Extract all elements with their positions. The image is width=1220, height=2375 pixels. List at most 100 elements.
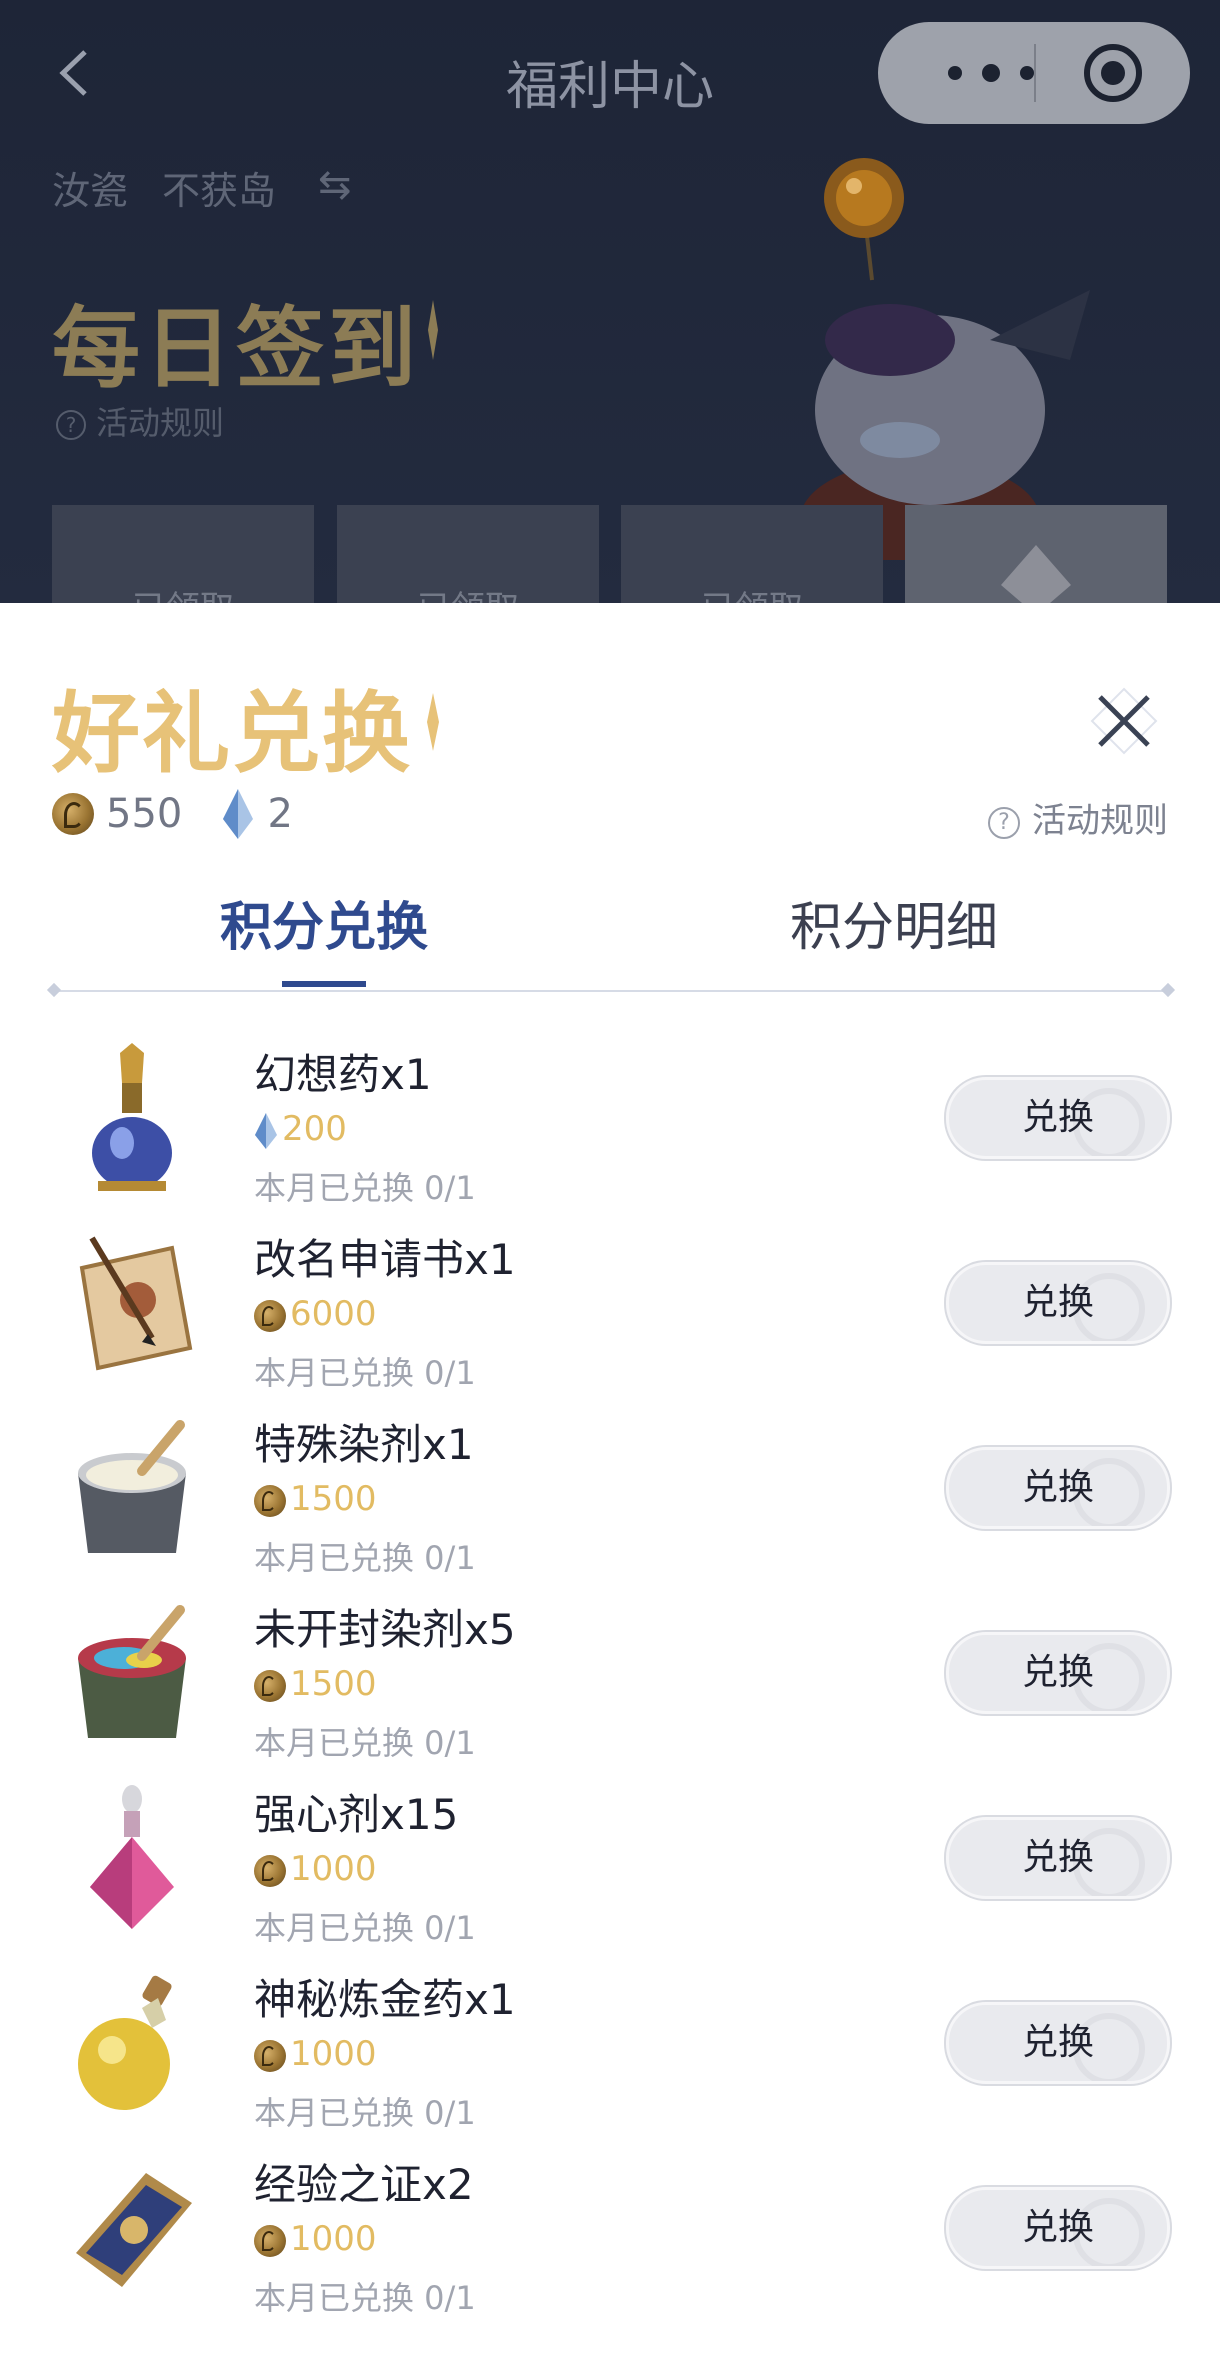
item-price: 1500 <box>254 1664 377 1704</box>
item-limit: 本月已兑换 0/1 <box>254 1909 476 1947</box>
hi-potion-icon <box>90 1785 174 1929</box>
daily-card-4 <box>905 505 1167 605</box>
coin-icon <box>254 2039 286 2072</box>
sparkle-icon <box>428 300 438 360</box>
list-item: 幻想药x1 200 本月已兑换 0/1 兑换 <box>0 1033 1220 1218</box>
coin-icon <box>254 1854 286 1887</box>
price-value: 1000 <box>290 2219 377 2259</box>
close-mini-program-icon[interactable] <box>1084 44 1142 102</box>
sheet-title: 好礼兑换 <box>52 681 413 785</box>
list-item: 特殊染剂x1 1500 本月已兑换 0/1 兑换 <box>0 1403 1220 1588</box>
coin-icon <box>52 793 94 835</box>
crystal-icon <box>255 1112 277 1149</box>
item-price: 1500 <box>254 1479 377 1519</box>
tab-indicator <box>282 981 366 987</box>
item-price: 1000 <box>254 2219 377 2259</box>
daily-signin-title: 每日签到 <box>52 296 421 400</box>
coin-balance: 550 <box>106 791 183 837</box>
redeem-button[interactable]: 兑换 <box>946 1632 1170 1714</box>
list-item: 神秘炼金药x1 1000 本月已兑换 0/1 兑换 <box>0 1958 1220 2143</box>
sparkle-icon <box>427 693 439 751</box>
exchange-rules-label: 活动规则 <box>1032 801 1168 841</box>
item-limit: 本月已兑换 0/1 <box>254 1169 476 1207</box>
card-status: 已领取 <box>621 581 883 605</box>
item-price: 6000 <box>254 1294 377 1334</box>
item-name: 强心剂x15 <box>254 1790 459 1839</box>
redeem-button[interactable]: 兑换 <box>946 2187 1170 2269</box>
daily-card-1: 已领取 <box>52 505 314 605</box>
experience-proof-icon <box>76 2173 192 2287</box>
exchange-rules-link[interactable]: ? 活动规则 <box>988 793 1168 842</box>
gift-exchange-sheet: 好礼兑换 550 2 ? 活动规则 积分兑换 积分明细 幻想药x1 200 本月… <box>0 603 1220 2375</box>
price-value: 1000 <box>290 2034 377 2074</box>
tab-bar: 积分兑换 积分明细 <box>0 885 1220 995</box>
question-icon: ? <box>988 806 1020 839</box>
list-item: 经验之证x2 1000 本月已兑换 0/1 兑换 <box>0 2143 1220 2328</box>
item-name: 改名申请书x1 <box>254 1235 516 1284</box>
card-status: 已领取 <box>52 581 314 605</box>
crystal-icon <box>223 789 254 839</box>
daily-rules-link[interactable]: ? 活动规则 <box>56 398 224 444</box>
card-status: 已领取 <box>337 581 599 605</box>
rename-scroll-icon <box>79 1236 193 1371</box>
redeem-button[interactable]: 兑换 <box>946 2002 1170 2084</box>
redeem-label: 兑换 <box>1021 1097 1094 1138</box>
redeem-button[interactable]: 兑换 <box>946 1817 1170 1899</box>
redeem-button[interactable]: 兑换 <box>946 1447 1170 1529</box>
more-icon[interactable] <box>948 64 1038 82</box>
item-limit: 本月已兑换 0/1 <box>254 1724 476 1762</box>
close-icon[interactable] <box>1086 683 1162 759</box>
daily-card-2: 已领取 <box>337 505 599 605</box>
coin-icon <box>254 1299 286 1332</box>
item-limit: 本月已兑换 0/1 <box>254 1539 476 1577</box>
special-dye-icon <box>78 1420 186 1553</box>
world-name: 不获岛 <box>162 169 277 213</box>
price-value: 1000 <box>290 1849 377 1889</box>
price-value: 1500 <box>290 1479 377 1519</box>
unopened-dye-icon <box>78 1605 186 1738</box>
daily-card-3: 已领取 <box>621 505 883 605</box>
redeem-label: 兑换 <box>1021 2022 1094 2063</box>
item-limit: 本月已兑换 0/1 <box>254 1354 476 1392</box>
tab-divider <box>46 982 1176 998</box>
item-limit: 本月已兑换 0/1 <box>254 2094 476 2132</box>
item-name: 特殊染剂x1 <box>254 1420 474 1469</box>
redeem-label: 兑换 <box>1021 1837 1094 1878</box>
list-item: 强心剂x15 1000 本月已兑换 0/1 兑换 <box>0 1773 1220 1958</box>
item-price: 200 <box>254 1109 347 1149</box>
coin-icon <box>254 1669 286 1702</box>
item-name: 神秘炼金药x1 <box>254 1975 516 2024</box>
item-name: 幻想药x1 <box>254 1050 432 1099</box>
redeem-button[interactable]: 兑换 <box>946 1262 1170 1344</box>
list-item: 未开封染剂x5 1500 本月已兑换 0/1 兑换 <box>0 1588 1220 1773</box>
mini-program-capsule <box>878 22 1190 124</box>
balances: 550 2 <box>52 789 327 839</box>
coin-icon <box>254 1484 286 1517</box>
swap-account-icon[interactable]: ⇆ <box>318 162 352 208</box>
price-value: 200 <box>282 1109 347 1149</box>
exchange-item-list: 幻想药x1 200 本月已兑换 0/1 兑换 改名申请书x1 6000 本月已兑… <box>0 1033 1220 2328</box>
alchemy-potion-icon <box>78 1975 172 2110</box>
background-page: 福利中心 汝瓷不获岛 ⇆ 每日签到 ?活动规则 已领取 已领取 已领取 <box>0 0 1220 605</box>
item-price: 1000 <box>254 1849 377 1889</box>
tab-points-detail[interactable]: 积分明细 <box>734 885 1054 960</box>
tab-points-exchange[interactable]: 积分兑换 <box>164 885 484 960</box>
item-name: 未开封染剂x5 <box>254 1605 516 1654</box>
redeem-label: 兑换 <box>1021 1282 1094 1323</box>
item-name: 经验之证x2 <box>254 2160 474 2209</box>
redeem-label: 兑换 <box>1021 1652 1094 1693</box>
crystal-reward-icon <box>1001 545 1071 605</box>
account-info: 汝瓷 不获岛 <box>52 160 310 215</box>
moogle-mascot-image <box>800 158 1090 560</box>
price-value: 6000 <box>290 1294 377 1334</box>
daily-rules-label: 活动规则 <box>96 404 225 442</box>
redeem-button[interactable]: 兑换 <box>946 1077 1170 1159</box>
coin-icon <box>254 2224 286 2257</box>
question-icon: ? <box>56 410 86 440</box>
price-value: 1500 <box>290 1664 377 1704</box>
item-price: 1000 <box>254 2034 377 2074</box>
crystal-balance: 2 <box>267 791 293 837</box>
item-limit: 本月已兑换 0/1 <box>254 2279 476 2317</box>
fantasia-potion-icon <box>92 1043 172 1191</box>
redeem-label: 兑换 <box>1021 2207 1094 2248</box>
